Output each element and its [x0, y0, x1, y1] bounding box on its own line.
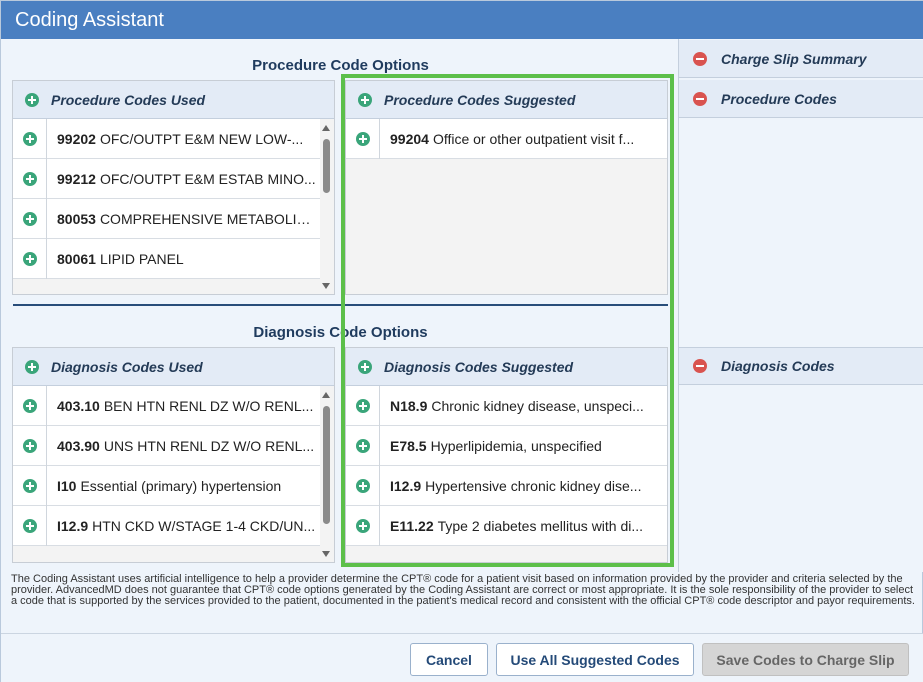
procedure-codes-used-panel: Procedure Codes Used 99202 OFC/OUTPT E&M … [12, 80, 335, 295]
list-item[interactable]: I10 Essential (primary) hypertension [13, 465, 320, 506]
code: 80061 [57, 250, 96, 267]
remove-all-icon[interactable] [679, 51, 721, 66]
scroll-down-icon[interactable] [322, 283, 330, 289]
procedure-used-header: Procedure Codes Used [13, 81, 334, 119]
code: 99212 [57, 170, 96, 187]
remove-procedure-codes-icon[interactable] [679, 91, 721, 106]
use-all-suggested-button[interactable]: Use All Suggested Codes [496, 643, 694, 676]
diagnosis-used-scrollbar[interactable] [320, 388, 332, 561]
diagnosis-used-header: Diagnosis Codes Used [13, 348, 334, 386]
dialog-footer: Cancel Use All Suggested Codes Save Code… [1, 633, 923, 682]
scroll-up-icon[interactable] [322, 392, 330, 398]
diagnosis-used-header-label: Diagnosis Codes Used [51, 358, 203, 375]
charge-slip-summary: Charge Slip Summary Procedure Codes Diag… [678, 39, 923, 572]
charge-slip-diagnosis-header: Diagnosis Codes [679, 347, 923, 385]
charge-slip-summary-label: Charge Slip Summary [721, 50, 867, 67]
add-icon[interactable] [13, 238, 47, 279]
disclaimer-text: The Coding Assistant uses artificial int… [11, 573, 915, 607]
charge-slip-diagnosis-label: Diagnosis Codes [721, 358, 835, 374]
charge-slip-summary-header: Charge Slip Summary [679, 40, 923, 78]
scroll-thumb[interactable] [323, 406, 330, 524]
add-all-procedure-used-icon[interactable] [13, 92, 51, 107]
scroll-down-icon[interactable] [322, 551, 330, 557]
code: I10 [57, 477, 77, 494]
description: COMPREHENSIVE METABOLIC ... [99, 210, 320, 227]
description: OFC/OUTPT E&M ESTAB MINO... [99, 170, 316, 187]
scroll-thumb[interactable] [323, 139, 330, 193]
description: BEN HTN RENL DZ W/O RENL... [103, 397, 314, 414]
description: OFC/OUTPT E&M NEW LOW-... [99, 130, 304, 147]
code: 403.90 [57, 437, 100, 454]
code: 80053 [57, 210, 96, 227]
add-icon[interactable] [13, 425, 47, 466]
diagnosis-codes-used-panel: Diagnosis Codes Used 403.10 BEN HTN RENL … [12, 347, 335, 563]
procedure-options-title: Procedure Code Options [252, 57, 429, 74]
list-item[interactable]: 403.10 BEN HTN RENL DZ W/O RENL... [13, 385, 320, 426]
code: 99202 [57, 130, 96, 147]
dialog-title: Coding Assistant [1, 1, 923, 39]
add-icon[interactable] [13, 385, 47, 426]
add-icon[interactable] [13, 158, 47, 199]
code: 403.10 [57, 397, 100, 414]
list-item[interactable]: 80061 LIPID PANEL [13, 238, 320, 279]
save-codes-button[interactable]: Save Codes to Charge Slip [702, 643, 909, 676]
procedure-used-header-label: Procedure Codes Used [51, 91, 206, 108]
remove-diagnosis-codes-icon[interactable] [679, 359, 721, 373]
add-icon[interactable] [13, 505, 47, 546]
description: UNS HTN RENL DZ W/O RENL... [103, 437, 315, 454]
list-item[interactable]: 99202 OFC/OUTPT E&M NEW LOW-... [13, 118, 320, 159]
scroll-up-icon[interactable] [322, 125, 330, 131]
add-icon[interactable] [13, 198, 47, 239]
description: Essential (primary) hypertension [80, 477, 282, 494]
add-icon[interactable] [13, 465, 47, 506]
coding-assistant-dialog: Coding Assistant Procedure Code Options … [0, 0, 923, 682]
cancel-button[interactable]: Cancel [410, 643, 488, 676]
description: HTN CKD W/STAGE 1-4 CKD/UN... [92, 517, 316, 534]
description: LIPID PANEL [99, 250, 184, 267]
charge-slip-procedure-label: Procedure Codes [721, 90, 837, 107]
list-item[interactable]: 99212 OFC/OUTPT E&M ESTAB MINO... [13, 158, 320, 199]
add-icon[interactable] [13, 118, 47, 159]
procedure-used-scrollbar[interactable] [320, 121, 332, 293]
list-item[interactable]: 403.90 UNS HTN RENL DZ W/O RENL... [13, 425, 320, 466]
list-item[interactable]: I12.9 HTN CKD W/STAGE 1-4 CKD/UN... [13, 505, 320, 546]
suggested-codes-highlight [341, 74, 674, 567]
code: I12.9 [57, 517, 89, 534]
list-item[interactable]: 80053 COMPREHENSIVE METABOLIC ... [13, 198, 320, 239]
charge-slip-procedure-header: Procedure Codes [679, 80, 923, 118]
add-all-diagnosis-used-icon[interactable] [13, 359, 51, 374]
